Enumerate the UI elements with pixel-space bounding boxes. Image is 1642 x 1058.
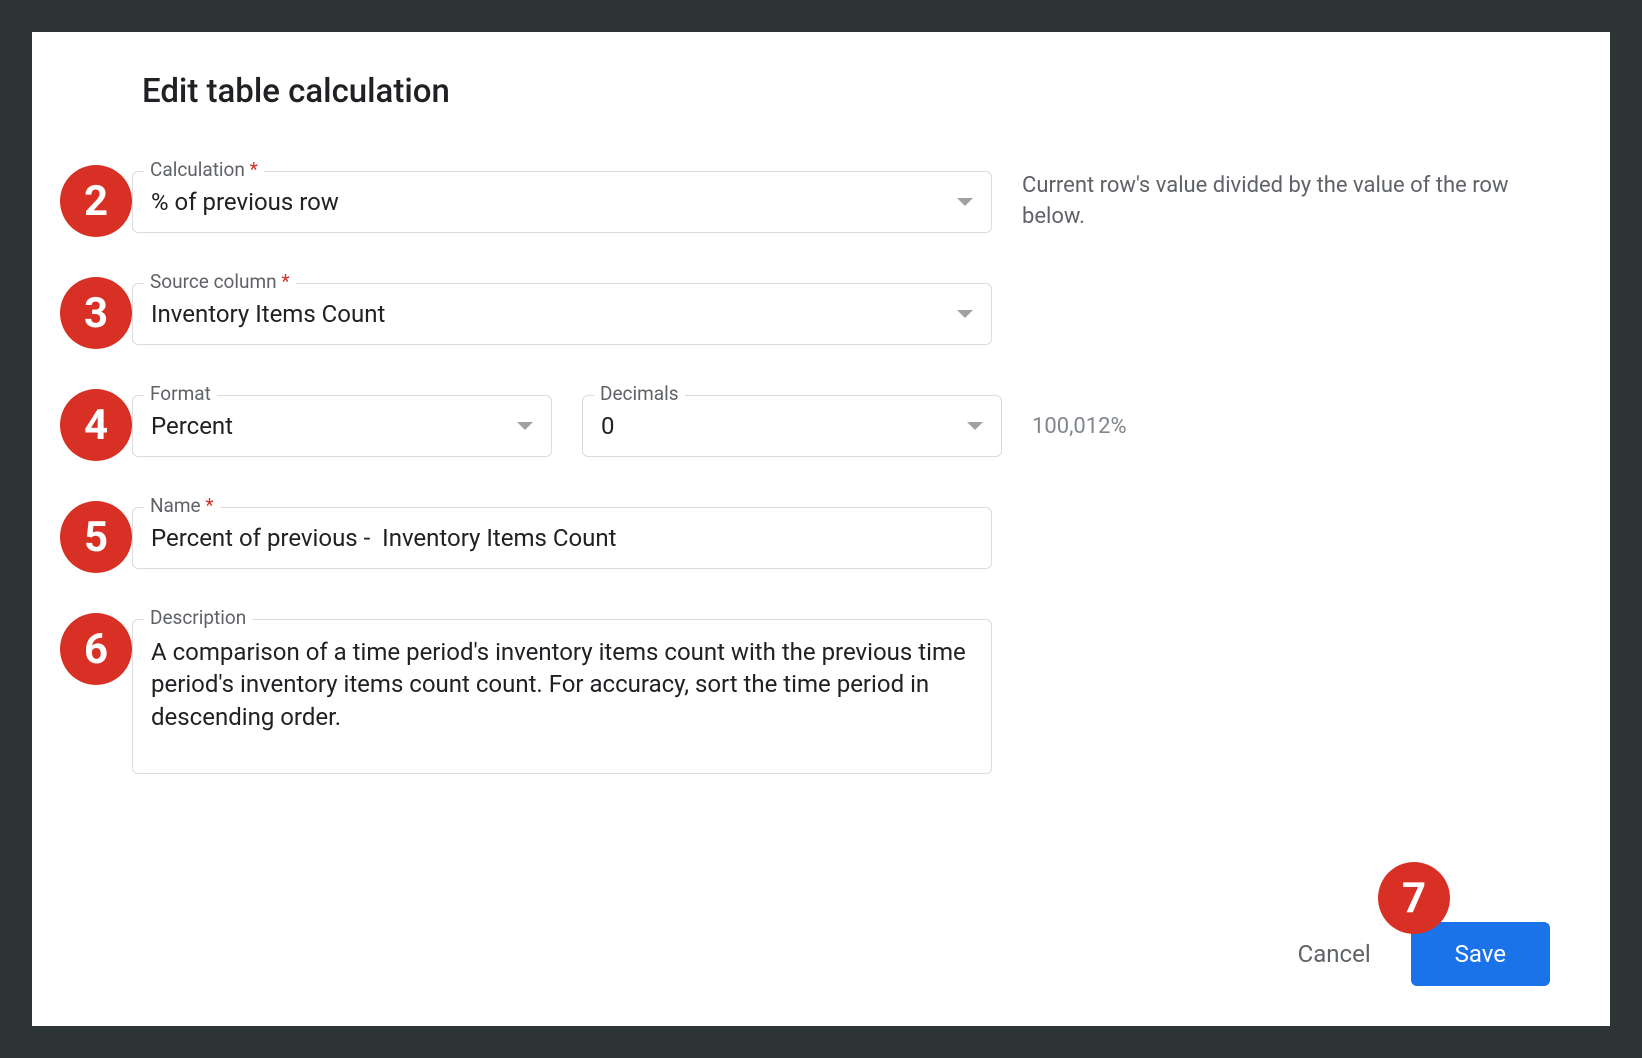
decimals-label: Decimals bbox=[594, 382, 685, 405]
calculation-row: 2 Calculation * % of previous row Curren… bbox=[132, 171, 1550, 233]
format-hint: 100,012% bbox=[1032, 414, 1127, 439]
description-textarea[interactable] bbox=[132, 619, 992, 774]
chevron-down-icon bbox=[517, 422, 533, 430]
decimals-value: 0 bbox=[601, 412, 615, 440]
annotation-badge-6: 6 bbox=[60, 613, 132, 685]
format-value: Percent bbox=[151, 412, 233, 440]
annotation-badge-7: 7 bbox=[1378, 862, 1450, 934]
annotation-badge-2: 2 bbox=[60, 165, 132, 237]
format-row: 4 Format Percent Decimals 0 100,012% bbox=[132, 395, 1550, 457]
source-column-label: Source column * bbox=[144, 270, 296, 293]
annotation-badge-5: 5 bbox=[60, 501, 132, 573]
calculation-value: % of previous row bbox=[151, 188, 339, 216]
dialog-title: Edit table calculation bbox=[142, 72, 1550, 111]
annotation-badge-4: 4 bbox=[60, 389, 132, 461]
name-input[interactable] bbox=[151, 524, 973, 552]
description-label: Description bbox=[144, 606, 252, 629]
chevron-down-icon bbox=[967, 422, 983, 430]
name-label: Name * bbox=[144, 494, 220, 517]
chevron-down-icon bbox=[957, 198, 973, 206]
name-input-wrapper bbox=[132, 507, 992, 569]
edit-table-calculation-dialog: Edit table calculation 2 Calculation * %… bbox=[32, 32, 1610, 1026]
form-area: 2 Calculation * % of previous row Curren… bbox=[132, 171, 1550, 892]
format-label: Format bbox=[144, 382, 217, 405]
source-column-value: Inventory Items Count bbox=[151, 300, 385, 328]
name-row: 5 Name * bbox=[132, 507, 1550, 569]
cancel-button[interactable]: Cancel bbox=[1298, 940, 1371, 968]
annotation-badge-3: 3 bbox=[60, 277, 132, 349]
dialog-actions: 7 Cancel Save bbox=[132, 922, 1550, 986]
save-button[interactable]: Save bbox=[1411, 922, 1550, 986]
calculation-label: Calculation * bbox=[144, 158, 264, 181]
description-row: 6 Description bbox=[132, 619, 1550, 778]
chevron-down-icon bbox=[957, 310, 973, 318]
source-column-row: 3 Source column * Inventory Items Count bbox=[132, 283, 1550, 345]
calculation-helper-text: Current row's value divided by the value… bbox=[1022, 171, 1550, 233]
